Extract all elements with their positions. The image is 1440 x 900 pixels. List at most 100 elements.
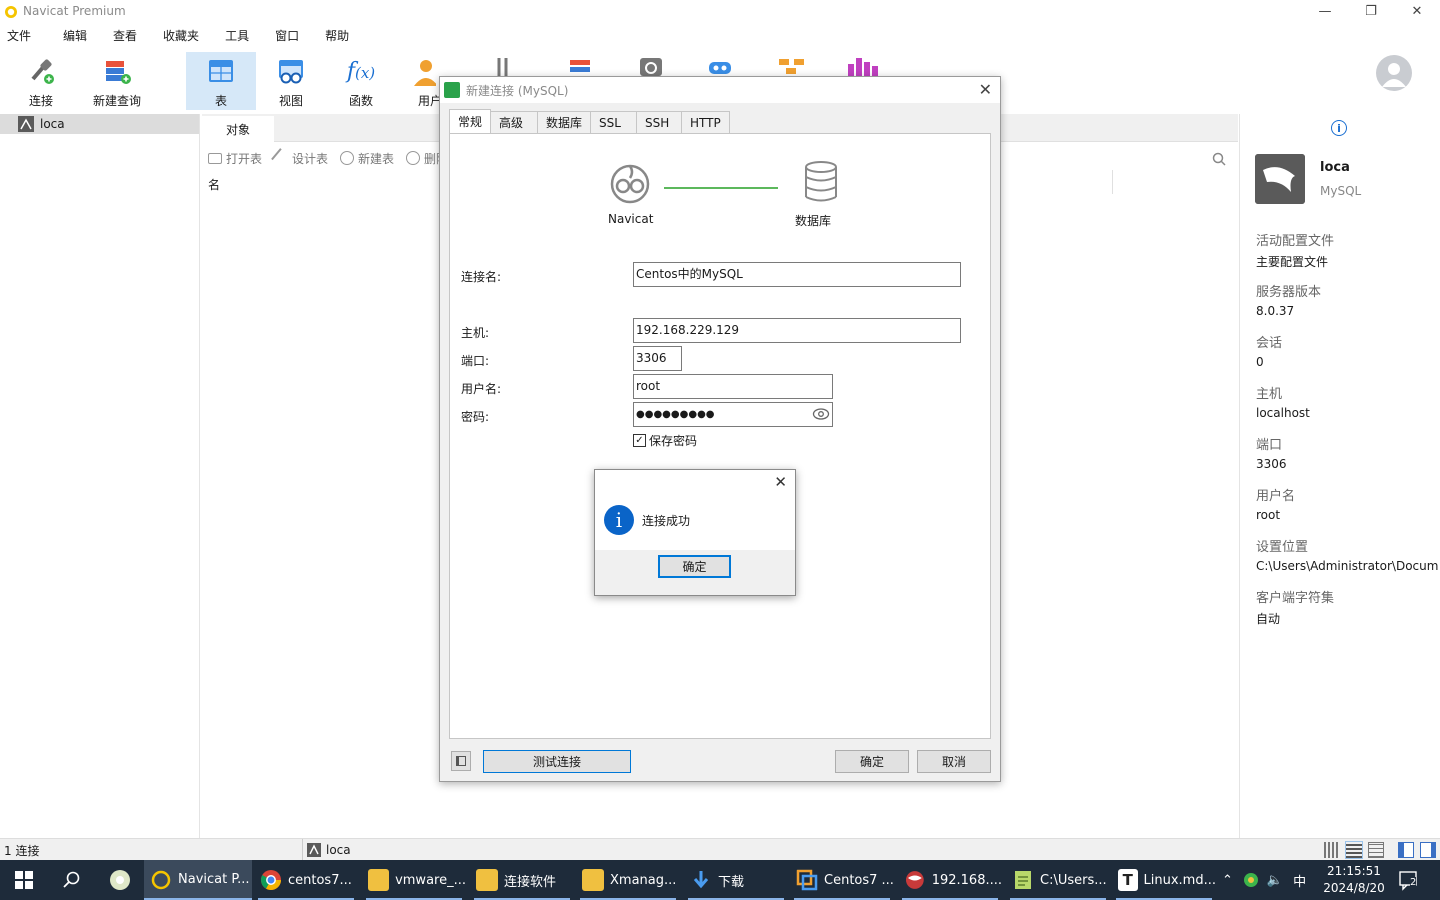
wechat-tray-icon[interactable] <box>1243 872 1259 888</box>
tab-databases[interactable]: 数据库 <box>537 111 592 133</box>
database-icon <box>805 161 837 202</box>
menu-favorites[interactable]: 收藏夹 <box>156 26 206 46</box>
column-header-name[interactable]: 名 <box>208 176 220 193</box>
taskbar-notepad[interactable]: C:\Users... <box>1006 860 1110 900</box>
search-icon[interactable] <box>1212 152 1226 166</box>
menu-view[interactable]: 查看 <box>106 26 144 46</box>
open-table-button[interactable]: 打开表 <box>208 150 262 167</box>
info-host: 主机 localhost <box>1256 387 1310 420</box>
list-view-icon[interactable] <box>1345 841 1363 859</box>
detail-view-icon[interactable] <box>1368 842 1384 858</box>
tab-general[interactable]: 常规 <box>449 109 492 133</box>
tab-advanced[interactable]: 高级 <box>490 111 539 133</box>
info-icon[interactable]: i <box>1331 120 1347 136</box>
taskbar-navicat[interactable]: Navicat P... <box>144 860 252 900</box>
grid-view-icon[interactable] <box>1324 842 1340 858</box>
taskbar-folder-xmanager[interactable]: Xmanag... <box>576 860 680 900</box>
username-input[interactable]: root <box>633 374 833 399</box>
tab-http[interactable]: HTTP <box>681 111 730 133</box>
ok-button[interactable]: 确定 <box>835 750 909 773</box>
tools-icon[interactable] <box>494 56 518 76</box>
connection-line <box>664 187 778 189</box>
taskbar-folder-software[interactable]: 连接软件 <box>470 860 574 900</box>
dialog-app-icon <box>444 82 460 98</box>
window-controls: — ❐ ✕ <box>1302 0 1440 22</box>
connection-name-input[interactable]: Centos中的MySQL <box>633 262 961 287</box>
chrome-icon <box>260 870 281 890</box>
taskbar-clock[interactable]: 21:15:51 2024/8/20 <box>1314 863 1394 897</box>
side-panel-toggle-button[interactable] <box>451 751 471 771</box>
restore-button[interactable]: ❐ <box>1348 0 1394 22</box>
host-input[interactable]: 192.168.229.129 <box>633 318 961 343</box>
taskbar-vmware[interactable]: Centos7 ... <box>790 860 894 900</box>
ime-indicator[interactable]: 中 <box>1293 871 1306 890</box>
view-icon <box>274 54 308 88</box>
taskbar-typora[interactable]: T Linux.md... <box>1112 860 1216 900</box>
status-connection-tab[interactable]: loca <box>302 839 351 861</box>
new-connection-dialog: 新建连接 (MySQL) ✕ 常规 高级 数据库 SSL SSH HTTP Na… <box>439 76 1001 782</box>
connection-type: MySQL <box>1320 184 1362 198</box>
taskbar-downloads[interactable]: 下载 <box>684 860 788 900</box>
vmware-icon <box>796 869 818 891</box>
taskbar-xshell[interactable]: 192.168.... <box>898 860 1002 900</box>
chart-icon[interactable] <box>846 56 880 76</box>
message-ok-button[interactable]: 确定 <box>658 555 731 578</box>
design-table-button[interactable]: 设计表 <box>271 148 328 168</box>
save-password-checkbox[interactable]: ✓ 保存密码 <box>633 432 697 449</box>
dialog-close-icon[interactable]: ✕ <box>979 80 992 99</box>
minimize-button[interactable]: — <box>1302 0 1348 22</box>
taskbar-folder-vmware[interactable]: vmware_... <box>362 860 466 900</box>
table-button[interactable]: 表 <box>186 52 256 110</box>
connect-button[interactable]: 连接 <box>6 52 76 110</box>
menu-edit[interactable]: 编辑 <box>56 26 94 46</box>
menu-file[interactable]: 文件 <box>0 26 38 46</box>
folder-icon <box>476 869 498 891</box>
avatar[interactable] <box>1376 55 1412 91</box>
notification-center-button[interactable]: 2 <box>1398 869 1420 891</box>
minus-circle-icon <box>406 151 421 165</box>
message-close-icon[interactable]: ✕ <box>774 473 787 491</box>
port-input[interactable]: 3306 <box>633 346 682 371</box>
menu-help[interactable]: 帮助 <box>318 26 356 46</box>
tab-ssh[interactable]: SSH <box>636 111 683 133</box>
close-window-button[interactable]: ✕ <box>1394 0 1440 22</box>
taskbar-search-button[interactable] <box>48 860 96 900</box>
search-icon <box>63 871 80 888</box>
model-icon[interactable] <box>778 56 806 76</box>
taskbar-chrome[interactable]: centos7... <box>254 860 358 900</box>
navicat-icon <box>610 164 650 204</box>
tree-item-connection[interactable]: loca <box>0 114 199 134</box>
right-panel-toggle-icon[interactable] <box>1420 842 1436 858</box>
tab-objects[interactable]: 对象 <box>202 116 274 142</box>
new-query-button[interactable]: 新建查询 <box>82 52 152 110</box>
password-input[interactable]: ●●●●●●●●● <box>633 402 833 427</box>
test-connection-button[interactable]: 测试连接 <box>483 750 631 773</box>
new-table-button[interactable]: 新建表 <box>340 150 394 167</box>
tab-ssl[interactable]: SSL <box>590 111 638 133</box>
start-button[interactable] <box>0 860 48 900</box>
cancel-button[interactable]: 取消 <box>917 750 991 773</box>
menu-window[interactable]: 窗口 <box>268 26 306 46</box>
function-button[interactable]: f(x) 函数 <box>326 52 396 110</box>
left-panel-toggle-icon[interactable] <box>1398 842 1414 858</box>
view-button[interactable]: 视图 <box>256 52 326 110</box>
column-divider <box>1112 170 1113 194</box>
chevron-up-icon[interactable]: ⌃ <box>1222 873 1233 888</box>
folder-icon <box>368 869 390 891</box>
query-icon[interactable] <box>568 56 594 76</box>
taskbar-pinned-app[interactable] <box>96 860 144 900</box>
diagram-navicat-label: Navicat <box>608 212 654 226</box>
dialog-tabs: 常规 高级 数据库 SSL SSH HTTP <box>449 109 730 133</box>
mysql-connection-icon <box>18 116 34 132</box>
robot-icon[interactable] <box>706 56 734 76</box>
menu-tools[interactable]: 工具 <box>218 26 256 46</box>
volume-muted-icon[interactable]: 🔈 <box>1267 873 1283 888</box>
eye-icon[interactable] <box>812 407 830 421</box>
system-tray: ⌃ 🔈 中 <box>1222 860 1306 900</box>
password-label: 密码: <box>461 410 490 424</box>
dialog-title: 新建连接 (MySQL) <box>466 83 569 98</box>
info-port: 端口 3306 <box>1256 438 1287 471</box>
info-sessions: 会话 0 <box>1256 336 1283 369</box>
backup-icon[interactable] <box>638 56 664 76</box>
connection-count: 1 连接 <box>4 844 40 858</box>
